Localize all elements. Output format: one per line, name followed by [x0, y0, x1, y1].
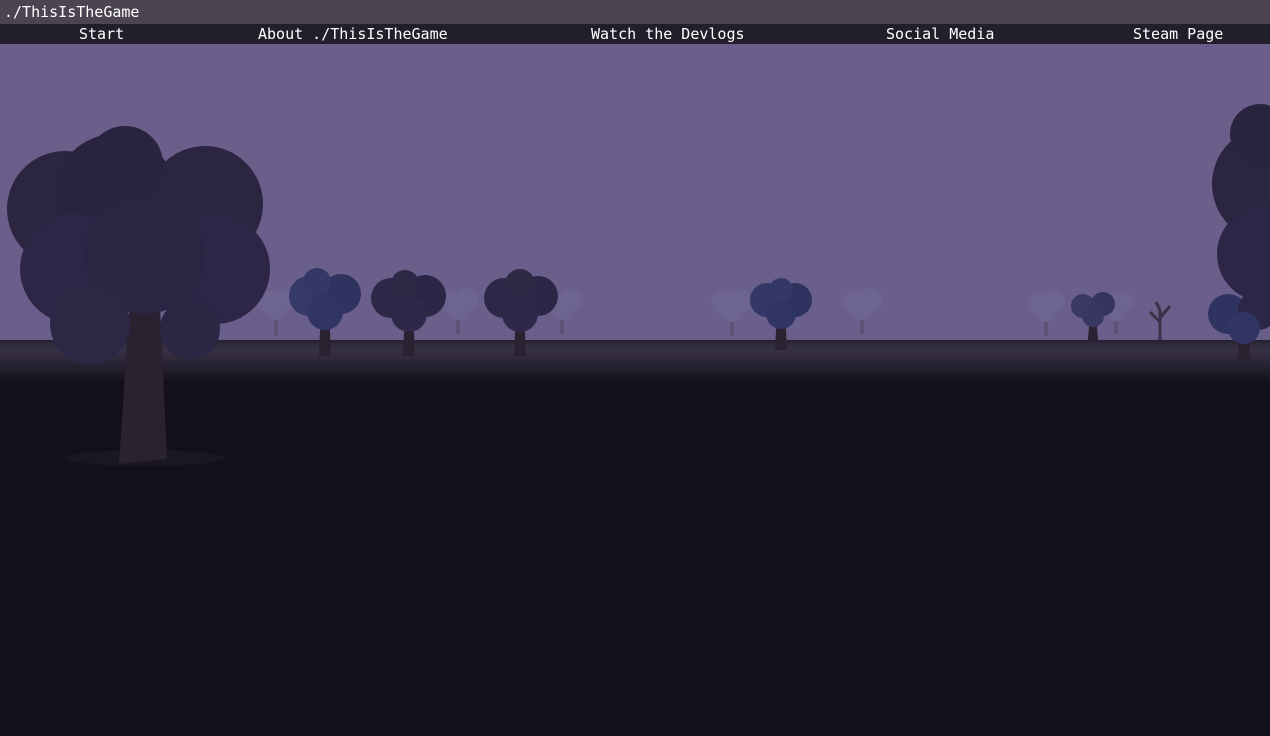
game-window: ./ThisIsTheGame Start About ./ThisIsTheG…	[0, 0, 1270, 736]
window-title: ./ThisIsTheGame	[4, 3, 140, 21]
ground	[0, 340, 1270, 736]
nav-about-link[interactable]: About ./ThisIsTheGame	[258, 24, 448, 44]
nav-social-media-link[interactable]: Social Media	[886, 24, 994, 44]
nav-bar: Start About ./ThisIsTheGame Watch the De…	[0, 24, 1270, 44]
nav-steam-page-link[interactable]: Steam Page	[1133, 24, 1223, 44]
nav-devlogs-link[interactable]: Watch the Devlogs	[591, 24, 745, 44]
window-title-bar: ./ThisIsTheGame	[0, 0, 1270, 24]
game-scene[interactable]	[0, 44, 1270, 736]
nav-start-link[interactable]: Start	[79, 24, 124, 44]
